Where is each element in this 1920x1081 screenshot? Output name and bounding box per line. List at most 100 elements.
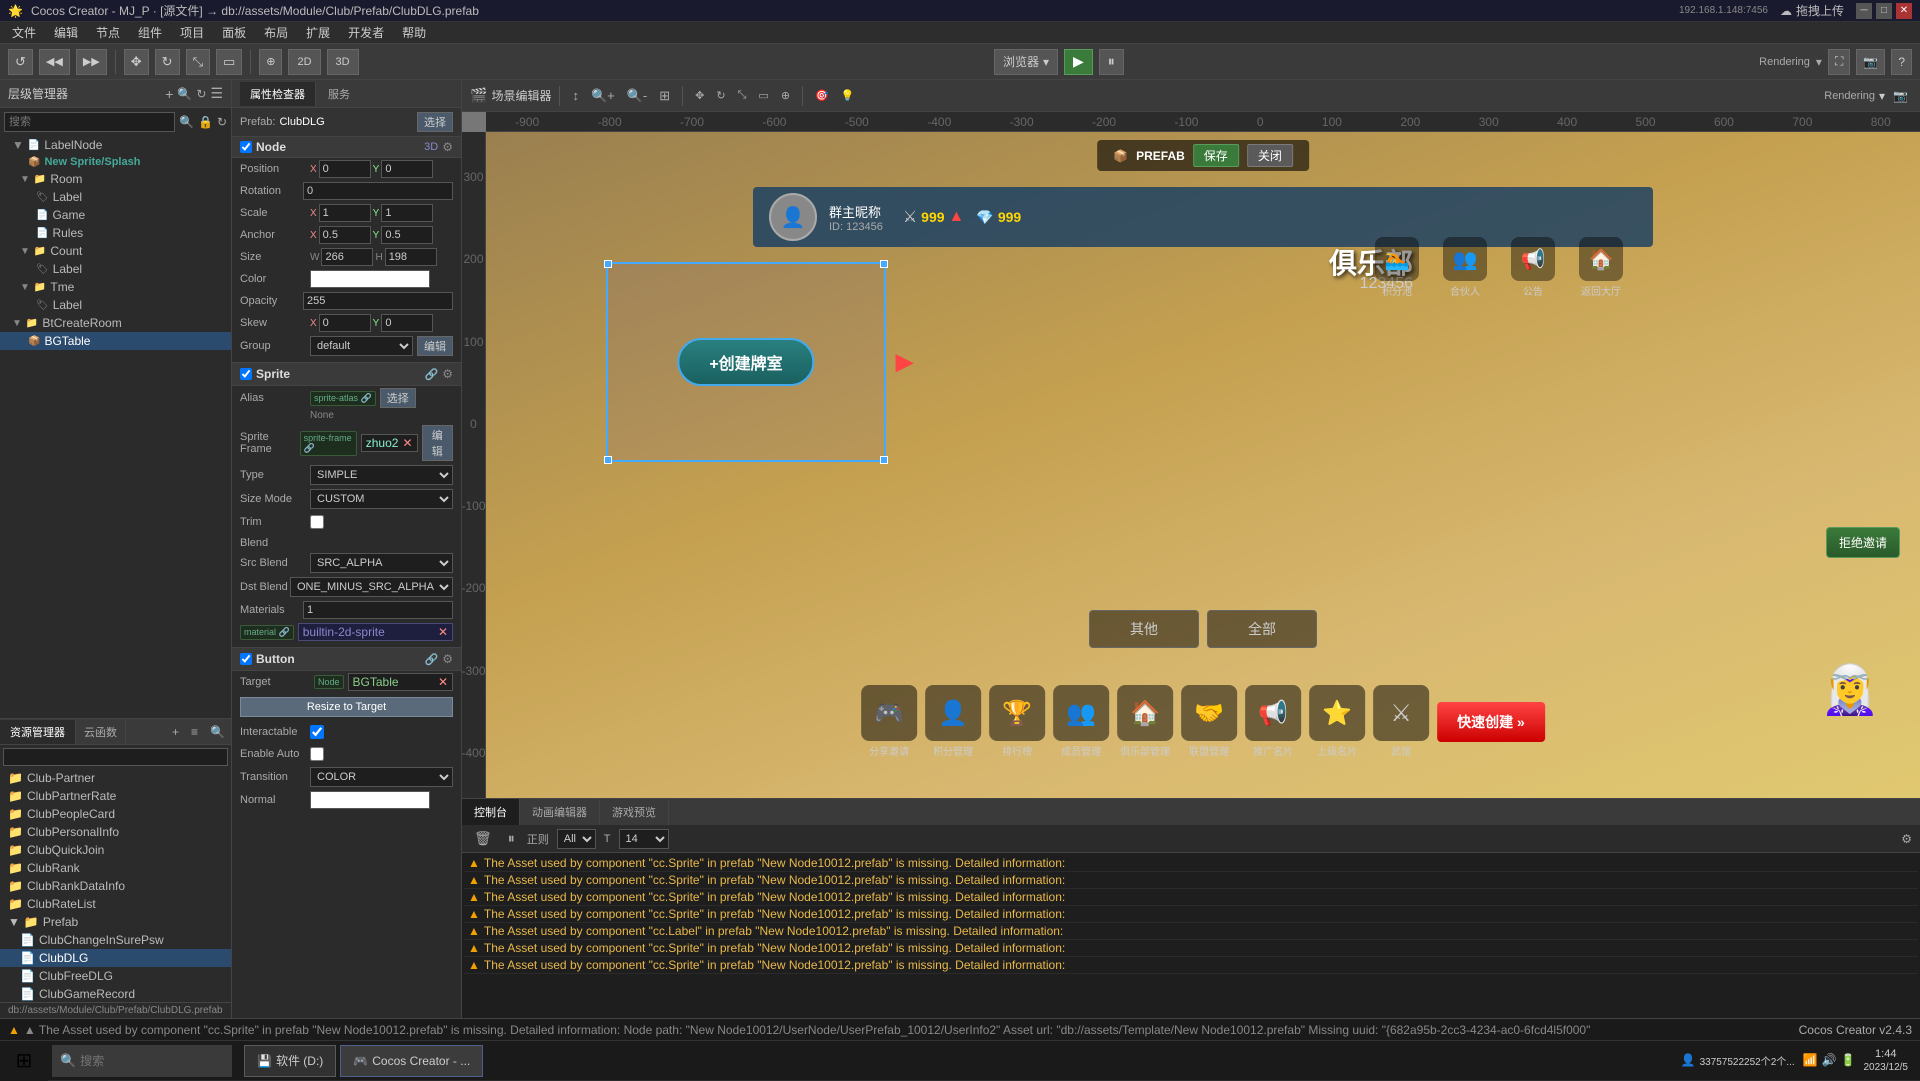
asset-item-clubpeoplecard[interactable]: 📁ClubPeopleCard <box>0 805 231 823</box>
camera-btn[interactable]: 📷 <box>1856 49 1885 75</box>
button-section-header[interactable]: Button 🔗 ⚙ <box>232 647 461 671</box>
opacity-input[interactable] <box>303 292 453 310</box>
scene-light-btn[interactable]: 💡 <box>837 87 859 104</box>
menu-component[interactable]: 组件 <box>130 22 170 43</box>
tree-item-btcreateroom[interactable]: ▼ 📁 BtCreateRoom <box>0 314 231 332</box>
toolbar-3d-btn[interactable]: 3D <box>327 49 359 75</box>
node-section-header[interactable]: Node 3D ⚙ <box>232 137 461 158</box>
interactable-checkbox[interactable] <box>310 725 324 739</box>
tab-all-btn[interactable]: 全部 <box>1207 610 1317 648</box>
toolbar-undo-btn[interactable]: ◀◀ <box>39 49 70 75</box>
console-tab-console[interactable]: 控制台 <box>462 799 520 825</box>
asset-item-clubgamerecord[interactable]: 📄ClubGameRecord <box>0 985 231 1002</box>
sprite-frame-edit-btn[interactable]: 编辑 <box>422 425 454 461</box>
dst-blend-select[interactable]: ONE_MINUS_SRC_ALPHA <box>290 577 453 597</box>
layer-search-input[interactable] <box>4 112 175 132</box>
scene-tool-btn4[interactable]: ▭ <box>754 87 772 104</box>
layer-add-btn[interactable]: + <box>165 86 173 102</box>
type-select[interactable]: SIMPLE <box>310 465 453 485</box>
scene-canvas[interactable]: 📦 PREFAB 保存 关闭 👤 群主昵称 ID: 123456 ⚔ <box>486 132 1920 798</box>
sprite-enabled-checkbox[interactable] <box>240 368 252 380</box>
tree-item-bgtable[interactable]: 📦 BGTable <box>0 332 231 350</box>
asset-item-clubdlg[interactable]: 📄ClubDLG <box>0 949 231 967</box>
bottom-icon-item9[interactable]: ⚔ 武馆 <box>1373 685 1429 758</box>
scale-x-input[interactable] <box>319 204 371 222</box>
position-x-input[interactable] <box>319 160 371 178</box>
layer-search-go-btn[interactable]: 🔍 <box>179 112 194 132</box>
group-edit-btn[interactable]: 编辑 <box>417 336 453 356</box>
asset-item-club-partner[interactable]: 📁Club-Partner <box>0 769 231 787</box>
maximize-btn[interactable]: □ <box>1876 3 1892 19</box>
bottom-icon-item8[interactable]: ⭐ 上级名片 <box>1309 685 1365 758</box>
normal-color[interactable] <box>310 791 430 809</box>
create-room-btn[interactable]: +创建牌室 <box>677 338 814 386</box>
sprite-frame-remove-icon[interactable]: ✕ <box>402 436 412 450</box>
prefab-select-btn[interactable]: 选择 <box>417 112 453 132</box>
size-mode-select[interactable]: CUSTOM <box>310 489 453 509</box>
resize-to-target-btn[interactable]: Resize to Target <box>240 697 453 717</box>
menu-file[interactable]: 文件 <box>4 22 44 43</box>
tree-item-count[interactable]: ▼ 📁 Count <box>0 242 231 260</box>
tree-item-tme[interactable]: ▼ 📁 Tme <box>0 278 231 296</box>
bottom-icon-item7[interactable]: 📢 推广名片 <box>1245 685 1301 758</box>
alias-select-btn[interactable]: 选择 <box>380 388 416 408</box>
scene-tool-btn1[interactable]: ✥ <box>691 87 708 104</box>
asset-item-clubrankdatainfo[interactable]: 📁ClubRankDataInfo <box>0 877 231 895</box>
asset-item-clubquickjoin[interactable]: 📁ClubQuickJoin <box>0 841 231 859</box>
tree-item-game[interactable]: 📄 Game <box>0 206 231 224</box>
size-h-input[interactable] <box>385 248 437 266</box>
layer-lock-btn[interactable]: 🔒 <box>198 112 213 132</box>
sprite-section-header[interactable]: Sprite 🔗 ⚙ <box>232 362 461 386</box>
inspector-tab-properties[interactable]: 属性检查器 <box>240 82 316 106</box>
bottom-icon-item2[interactable]: 👤 积分管理 <box>925 685 981 758</box>
scene-fit-btn[interactable]: ⊞ <box>655 86 674 106</box>
sprite-frame-tag[interactable]: zhuo2 ✕ <box>361 434 418 452</box>
console-pause-btn[interactable]: ⏸ <box>504 830 519 847</box>
asset-item-club-partnerrate[interactable]: 📁ClubPartnerRate <box>0 787 231 805</box>
toolbar-2d-btn[interactable]: 2D <box>288 49 320 75</box>
console-tab-game[interactable]: 游戏预览 <box>600 799 669 825</box>
tab-other-btn[interactable]: 其他 <box>1089 610 1199 648</box>
tree-item-labelnode[interactable]: ▼ 📄 LabelNode <box>0 136 231 154</box>
toolbar-move-btn[interactable]: ↺ <box>8 49 33 75</box>
help-btn[interactable]: ? <box>1891 49 1912 75</box>
size-w-input[interactable] <box>321 248 373 266</box>
trim-checkbox[interactable] <box>310 515 324 529</box>
toolbar-move-anchor-btn[interactable]: ⊕ <box>259 49 282 75</box>
menu-extension[interactable]: 扩展 <box>298 22 338 43</box>
menu-node[interactable]: 节点 <box>88 22 128 43</box>
target-remove-icon[interactable]: ✕ <box>438 675 448 689</box>
toolbar-rotate-btn[interactable]: ↻ <box>155 49 180 75</box>
menu-project[interactable]: 项目 <box>172 22 212 43</box>
asset-item-clubrank[interactable]: 📁ClubRank <box>0 859 231 877</box>
scene-camera-btn[interactable]: 📷 <box>1889 87 1912 105</box>
tree-item-newsprite[interactable]: 📦 New Sprite/Splash <box>0 154 231 170</box>
scene-save-btn[interactable]: 保存 <box>1193 144 1239 167</box>
transition-select[interactable]: COLOR <box>310 767 453 787</box>
console-tab-animation[interactable]: 动画编辑器 <box>520 799 600 825</box>
anchor-x-input[interactable] <box>319 226 371 244</box>
start-button[interactable]: ⊞ <box>0 1041 48 1081</box>
quick-create-btn[interactable]: 快速创建 » <box>1437 702 1545 742</box>
layer-search-btn[interactable]: 🔍 <box>177 87 192 101</box>
bottom-icon-item3[interactable]: 🏆 排行榜 <box>989 685 1045 758</box>
asset-item-clubfreedlg[interactable]: 📄ClubFreeDLG <box>0 967 231 985</box>
minimize-btn[interactable]: ─ <box>1856 3 1872 19</box>
scene-tool-btn3[interactable]: ⤡ <box>734 87 751 104</box>
material-name-tag[interactable]: builtin-2d-sprite ✕ <box>298 623 453 641</box>
close-btn[interactable]: ✕ <box>1896 3 1912 19</box>
bottom-icon-item6[interactable]: 🤝 联盟管理 <box>1181 685 1237 758</box>
scene-tool-btn2[interactable]: ↻ <box>712 87 729 104</box>
toolbar-scale-btn[interactable]: ⤡ <box>186 49 210 75</box>
zoom-selector[interactable]: 浏览器 ▾ <box>994 49 1058 75</box>
bottom-icon-item1[interactable]: 🎮 分享邀请 <box>861 685 917 758</box>
asset-item-clubratelist[interactable]: 📁ClubRateList <box>0 895 231 913</box>
menu-help[interactable]: 帮助 <box>394 22 434 43</box>
scene-gizmo-btn[interactable]: 🎯 <box>811 87 833 104</box>
play-btn[interactable]: ▶ <box>1064 49 1093 75</box>
asset-item-clubpersonalinfo[interactable]: 📁ClubPersonalInfo <box>0 823 231 841</box>
layer-refresh2-btn[interactable]: ↻ <box>217 112 227 132</box>
console-clear-btn[interactable]: 🗑 <box>470 830 496 847</box>
rendering-dropdown[interactable]: ▾ <box>1816 55 1822 69</box>
asset-tab-manager[interactable]: 资源管理器 <box>0 720 76 744</box>
